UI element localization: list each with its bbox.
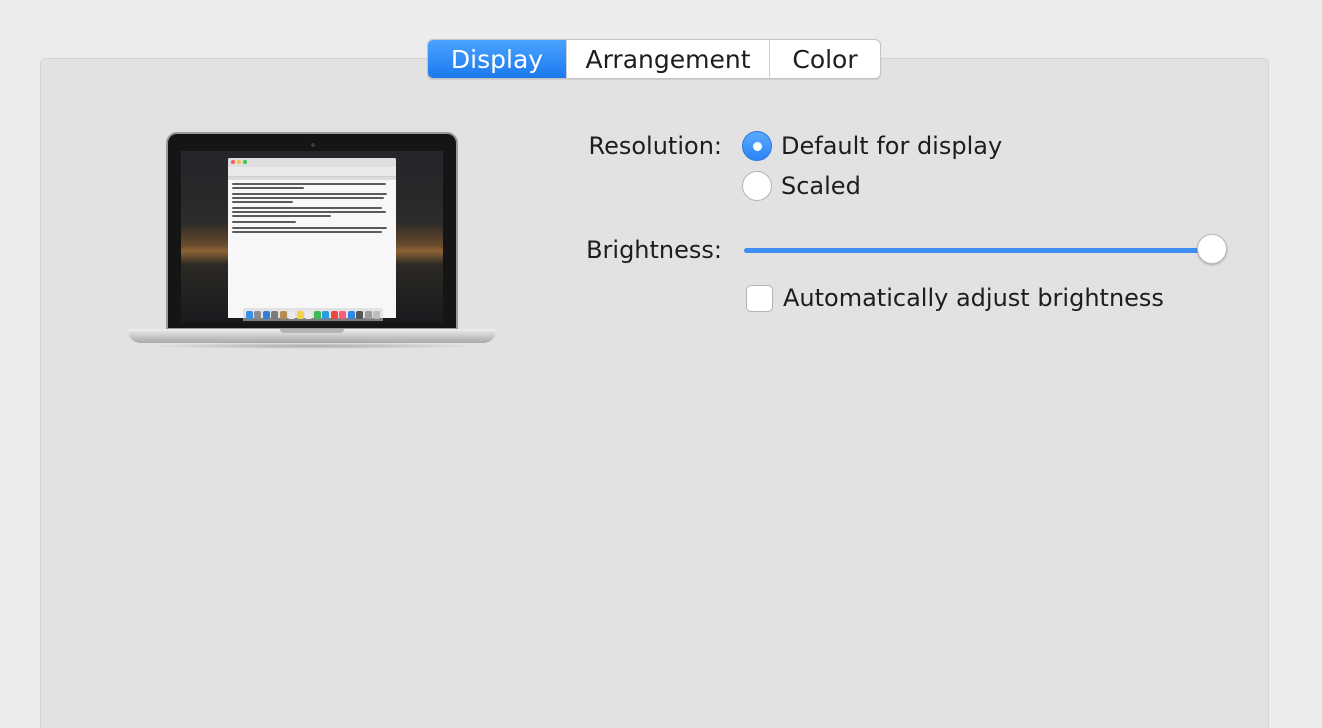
camera-dot xyxy=(311,143,315,147)
display-preferences-window: Display Arrangement Color Resolution: De… xyxy=(0,0,1322,728)
brightness-label: Brightness: xyxy=(586,236,722,264)
default-for-display-label[interactable]: Default for display xyxy=(781,132,1002,160)
laptop-shadow xyxy=(144,343,480,349)
tab-arrangement[interactable]: Arrangement xyxy=(566,40,769,78)
auto-brightness-checkbox[interactable] xyxy=(746,285,773,312)
tab-display[interactable]: Display xyxy=(428,40,566,78)
laptop-display-icon xyxy=(126,132,498,358)
preview-toolbar xyxy=(228,167,396,177)
auto-brightness-label[interactable]: Automatically adjust brightness xyxy=(783,284,1164,312)
scaled-radio[interactable] xyxy=(742,171,772,201)
default-for-display-radio[interactable] xyxy=(742,131,772,161)
tab-color[interactable]: Color xyxy=(769,40,880,78)
preview-document-window xyxy=(228,158,396,318)
preview-document-text xyxy=(228,180,396,240)
resolution-label: Resolution: xyxy=(588,132,723,160)
brightness-slider-knob[interactable] xyxy=(1197,234,1227,264)
laptop-notch xyxy=(280,329,344,333)
preview-menubar xyxy=(181,151,443,156)
segmented-tab-control: Display Arrangement Color xyxy=(427,39,881,79)
laptop-screen-preview xyxy=(181,151,443,323)
laptop-base xyxy=(128,329,496,343)
preview-titlebar xyxy=(228,158,396,167)
laptop-lid xyxy=(166,132,458,330)
brightness-slider-fill xyxy=(744,248,1212,253)
brightness-slider[interactable] xyxy=(744,234,1227,264)
scaled-label[interactable]: Scaled xyxy=(781,172,861,200)
preview-dock xyxy=(243,308,383,321)
